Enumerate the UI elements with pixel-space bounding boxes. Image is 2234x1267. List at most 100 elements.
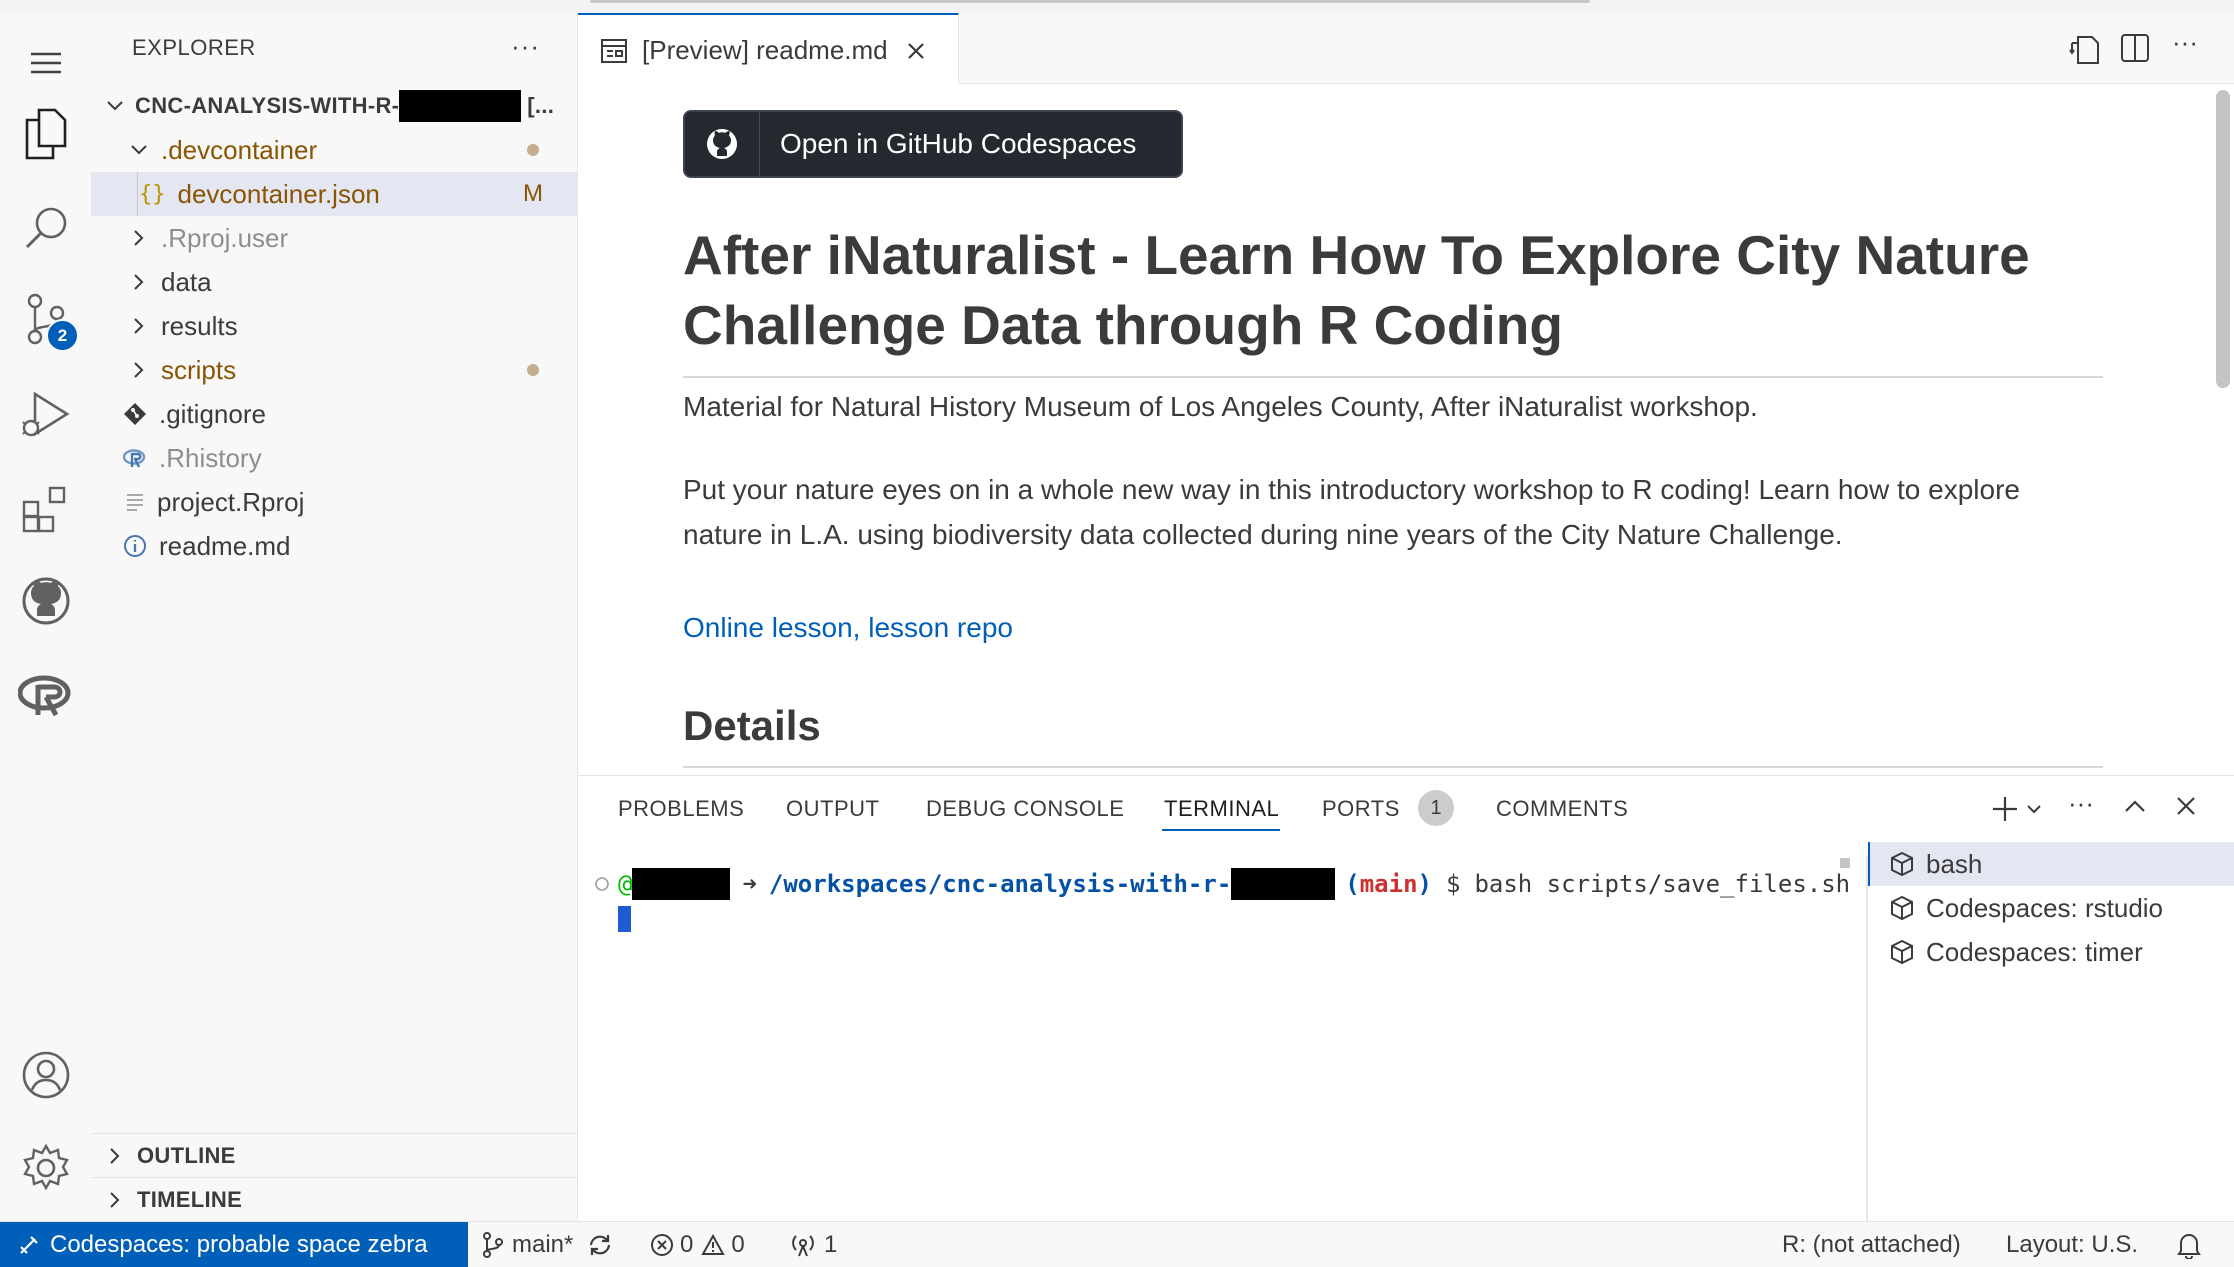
redacted-block bbox=[632, 868, 731, 900]
branch-indicator[interactable]: main* bbox=[482, 1222, 613, 1267]
tree-item-data[interactable]: data bbox=[91, 260, 577, 304]
r-icon[interactable] bbox=[0, 656, 91, 736]
workspace-root[interactable]: CNC-ANALYSIS-WITH-R- [... bbox=[91, 84, 577, 128]
modified-dot bbox=[527, 364, 539, 376]
readme-intro-paragraph: Material for Natural History Museum of L… bbox=[683, 391, 1758, 422]
chevron-down-icon bbox=[107, 101, 123, 111]
readme-heading: After iNaturalist - Learn How To Explore… bbox=[683, 224, 2030, 356]
tab-terminal[interactable]: TERMINAL bbox=[1164, 796, 1279, 822]
ports-indicator[interactable]: 1 bbox=[790, 1222, 837, 1267]
new-terminal-icon[interactable] bbox=[1990, 794, 2020, 824]
command-status-icon bbox=[595, 877, 609, 891]
open-source-icon[interactable] bbox=[2068, 33, 2102, 65]
top-scroll-thumb bbox=[590, 0, 1590, 3]
modified-flag: M bbox=[523, 180, 543, 207]
terminal-item-bash[interactable]: bash bbox=[1868, 842, 2234, 886]
panel-more-icon[interactable]: ··· bbox=[2068, 788, 2094, 819]
chevron-right-icon bbox=[110, 1148, 120, 1164]
split-editor-icon[interactable] bbox=[2120, 33, 2150, 63]
tab-readme-preview[interactable]: [Preview] readme.md bbox=[578, 13, 959, 86]
tab-problems[interactable]: PROBLEMS bbox=[618, 796, 744, 822]
tree-item-project-rproj[interactable]: project.Rproj bbox=[91, 480, 577, 524]
chevron-right-icon bbox=[134, 230, 144, 246]
tab-label: [Preview] readme.md bbox=[642, 35, 888, 65]
terminal-item-rstudio[interactable]: Codespaces: rstudio bbox=[1868, 886, 2234, 930]
explorer-title: EXPLORER bbox=[132, 35, 256, 60]
tree-item-label: data bbox=[161, 266, 212, 297]
tab-comments[interactable]: COMMENTS bbox=[1496, 796, 1628, 822]
outline-label: OUTLINE bbox=[137, 1143, 236, 1168]
terminal-prompt-symbol: $ bbox=[1445, 870, 1461, 898]
indent-guide bbox=[137, 172, 138, 216]
terminal-branch: main bbox=[1359, 870, 1418, 898]
r-status[interactable]: R: (not attached) bbox=[1782, 1222, 1961, 1267]
terminal-branch-close: ) bbox=[1417, 870, 1432, 898]
terminal-list: bash Codespaces: rstudio Codespaces: tim… bbox=[1868, 842, 2234, 1222]
run-debug-icon[interactable] bbox=[0, 375, 91, 455]
keyboard-layout[interactable]: Layout: U.S. bbox=[2006, 1222, 2138, 1267]
more-actions-icon[interactable]: ··· bbox=[2172, 27, 2198, 58]
markdown-preview: Open in GitHub Codespaces After iNatural… bbox=[578, 84, 2212, 774]
tree-item-results[interactable]: results bbox=[91, 304, 577, 348]
account-icon[interactable] bbox=[0, 1035, 91, 1115]
tree-item-label: .Rhistory bbox=[159, 442, 262, 473]
chevron-down-icon bbox=[131, 145, 147, 155]
tab-debug-console[interactable]: DEBUG CONSOLE bbox=[926, 796, 1124, 822]
tree-item-label: results bbox=[161, 310, 238, 341]
lesson-repo-link[interactable]: lesson repo bbox=[868, 612, 1013, 643]
online-lesson-link[interactable]: Online lesson bbox=[683, 612, 853, 643]
menu-icon[interactable] bbox=[0, 23, 91, 103]
tree-item-devcontainer-json[interactable]: {} devcontainer.json M bbox=[91, 172, 577, 216]
settings-gear-icon[interactable] bbox=[0, 1128, 91, 1208]
extensions-icon[interactable] bbox=[0, 469, 91, 549]
chevron-right-icon bbox=[134, 362, 144, 378]
terminal-cube-icon bbox=[1891, 939, 1913, 965]
terminal-path: /workspaces/cnc-analysis-with-r- bbox=[768, 870, 1232, 898]
redacted-block bbox=[399, 90, 522, 122]
chevron-right-icon bbox=[134, 318, 144, 334]
tree-item-gitignore[interactable]: .gitignore bbox=[91, 392, 577, 436]
scm-badge: 2 bbox=[46, 319, 79, 352]
tree-item-readme[interactable]: readme.md bbox=[91, 524, 577, 568]
close-icon[interactable] bbox=[906, 41, 926, 61]
redacted-block bbox=[1231, 868, 1336, 900]
scrollbar-thumb[interactable] bbox=[2216, 90, 2230, 388]
tab-output[interactable]: OUTPUT bbox=[786, 796, 879, 822]
tree-item-label: project.Rproj bbox=[157, 486, 305, 517]
tree-item-label: devcontainer.json bbox=[177, 178, 380, 209]
tree-item-label: .Rproj.user bbox=[161, 222, 289, 253]
active-tab-indicator bbox=[1162, 829, 1280, 831]
chevron-down-icon[interactable] bbox=[2026, 804, 2042, 816]
source-control-icon[interactable]: 2 bbox=[0, 279, 91, 359]
warning-icon bbox=[701, 1233, 726, 1255]
timeline-label: TIMELINE bbox=[137, 1187, 243, 1212]
explorer-more-actions[interactable]: ··· bbox=[511, 31, 540, 62]
outline-section[interactable]: OUTLINE bbox=[91, 1133, 577, 1178]
modified-dot bbox=[527, 144, 539, 156]
terminal-item-timer[interactable]: Codespaces: timer bbox=[1868, 930, 2234, 974]
close-panel-icon[interactable] bbox=[2176, 796, 2196, 816]
problems-indicator[interactable]: 0 0 bbox=[650, 1222, 745, 1267]
notifications-bell-icon[interactable] bbox=[2176, 1222, 2202, 1267]
open-in-codespaces-button[interactable]: Open in GitHub Codespaces bbox=[683, 110, 1183, 178]
activity-bar: 2 bbox=[0, 13, 92, 1221]
sync-icon[interactable] bbox=[587, 1232, 613, 1258]
tree-item-rhistory[interactable]: .Rhistory bbox=[91, 436, 577, 480]
github-logo-icon bbox=[685, 112, 760, 176]
terminal-view[interactable]: @ ➜ /workspaces/cnc-analysis-with-r- ( m… bbox=[578, 856, 1868, 1222]
explorer-icon[interactable] bbox=[0, 94, 91, 174]
timeline-section[interactable]: TIMELINE bbox=[91, 1177, 577, 1222]
tree-item-devcontainer[interactable]: .devcontainer bbox=[91, 128, 577, 172]
remote-icon bbox=[20, 1235, 38, 1254]
remote-indicator[interactable]: Codespaces: probable space zebra bbox=[0, 1222, 468, 1267]
tab-ports[interactable]: PORTS bbox=[1322, 796, 1400, 822]
maximize-panel-icon[interactable] bbox=[2124, 798, 2146, 814]
tree-item-rproj-user[interactable]: .Rproj.user bbox=[91, 216, 577, 260]
status-bar: Codespaces: probable space zebra main* 0… bbox=[0, 1221, 2234, 1267]
preview-scrollbar[interactable] bbox=[2212, 84, 2234, 774]
workspace-root-label: CNC-ANALYSIS-WITH-R- bbox=[135, 93, 400, 118]
github-icon[interactable] bbox=[0, 561, 91, 641]
search-icon[interactable] bbox=[0, 188, 91, 268]
tree-item-scripts[interactable]: scripts bbox=[91, 348, 577, 392]
json-icon: {} bbox=[139, 181, 166, 207]
